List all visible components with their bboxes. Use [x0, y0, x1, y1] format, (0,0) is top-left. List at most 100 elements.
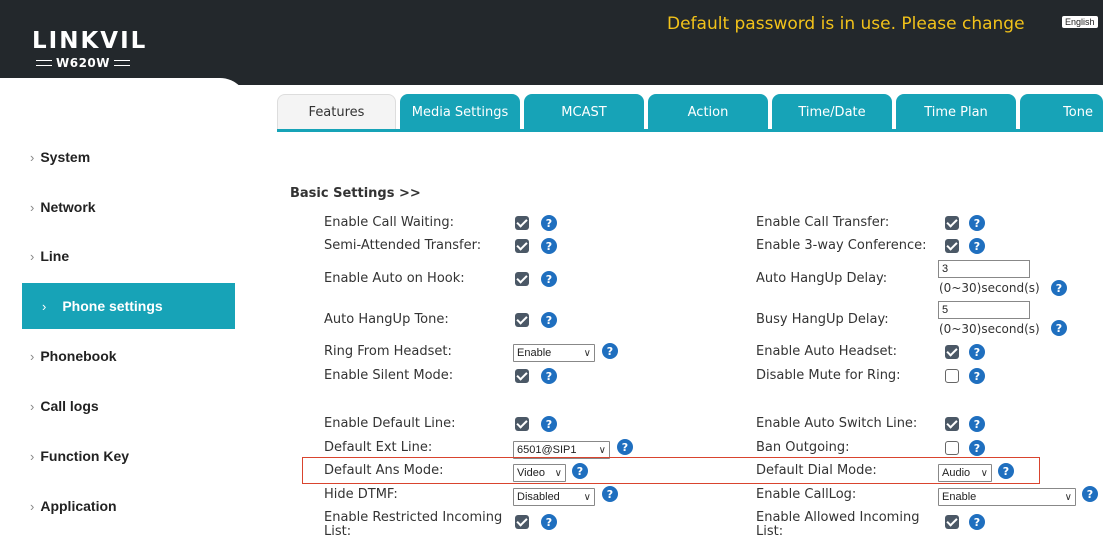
- help-icon[interactable]: ?: [572, 463, 588, 479]
- help-icon[interactable]: ?: [969, 440, 985, 456]
- checkbox-restricted-incoming[interactable]: [515, 515, 529, 529]
- chevron-down-icon: ∨: [554, 467, 562, 479]
- tab-mcast[interactable]: MCAST: [524, 94, 644, 130]
- sidebar-item-function-key[interactable]: › Function Key: [0, 433, 236, 479]
- sidebar-item-label: Application: [40, 498, 117, 514]
- label-ring-from-headset: Ring From Headset:: [324, 344, 452, 359]
- busy-hangup-delay-input[interactable]: 5: [938, 301, 1030, 319]
- help-icon[interactable]: ?: [541, 514, 557, 530]
- chevron-right-icon: ›: [30, 149, 35, 165]
- logo-model: W620W: [32, 56, 147, 70]
- label-auto-on-hook: Enable Auto on Hook:: [324, 271, 465, 286]
- language-button[interactable]: English: [1062, 16, 1098, 28]
- help-icon[interactable]: ?: [1051, 280, 1067, 296]
- help-icon[interactable]: ?: [969, 344, 985, 360]
- label-call-log: Enable CallLog:: [756, 487, 857, 502]
- help-icon[interactable]: ?: [541, 215, 557, 231]
- label-default-ans-mode: Default Ans Mode:: [324, 463, 444, 478]
- logo-line-left: [36, 60, 52, 66]
- tab-tone[interactable]: Tone: [1020, 94, 1103, 130]
- chevron-right-icon: ›: [30, 398, 35, 414]
- call-log-select[interactable]: Enable ∨: [938, 488, 1076, 506]
- select-value: Disabled: [517, 491, 560, 503]
- label-auto-hangup-tone: Auto HangUp Tone:: [324, 312, 449, 327]
- sidebar-item-call-logs[interactable]: › Call logs: [0, 383, 236, 429]
- tab-time-date[interactable]: Time/Date: [772, 94, 892, 130]
- sidebar-item-phone-settings[interactable]: › Phone settings: [22, 283, 235, 329]
- tab-action[interactable]: Action: [648, 94, 768, 130]
- help-icon[interactable]: ?: [602, 486, 618, 502]
- checkbox-call-waiting[interactable]: [515, 216, 529, 230]
- label-allowed-incoming: Enable Allowed Incoming List:: [756, 510, 920, 535]
- help-icon[interactable]: ?: [541, 271, 557, 287]
- tab-bar: Features Media Settings MCAST Action Tim…: [277, 94, 1103, 130]
- chevron-down-icon: ∨: [583, 491, 591, 503]
- label-auto-hangup-delay: Auto HangUp Delay:: [756, 271, 888, 286]
- label-semi-attended-transfer: Semi-Attended Transfer:: [324, 238, 482, 253]
- label-restricted-incoming: Enable Restricted Incoming List:: [324, 510, 503, 535]
- sidebar-item-system[interactable]: › System: [0, 134, 236, 180]
- ring-from-headset-select[interactable]: Enable ∨: [513, 344, 595, 362]
- checkbox-allowed-incoming[interactable]: [945, 515, 959, 529]
- tab-features[interactable]: Features: [277, 94, 396, 130]
- help-icon[interactable]: ?: [969, 514, 985, 530]
- section-title-basic-settings[interactable]: Basic Settings >>: [290, 186, 421, 201]
- help-icon[interactable]: ?: [1051, 320, 1067, 336]
- label-busy-hangup-delay: Busy HangUp Delay:: [756, 312, 889, 327]
- chevron-down-icon: ∨: [583, 347, 591, 359]
- checkbox-semi-attended-transfer[interactable]: [515, 239, 529, 253]
- label-ban-outgoing: Ban Outgoing:: [756, 440, 850, 455]
- sidebar-item-line[interactable]: › Line: [0, 233, 236, 279]
- tab-media-settings[interactable]: Media Settings: [400, 94, 520, 130]
- default-ans-mode-select[interactable]: Video ∨: [513, 464, 566, 482]
- label-default-dial-mode: Default Dial Mode:: [756, 463, 877, 478]
- select-value: Enable: [942, 491, 977, 503]
- sidebar-item-label: System: [40, 149, 91, 165]
- help-icon[interactable]: ?: [969, 215, 985, 231]
- help-icon[interactable]: ?: [541, 312, 557, 328]
- sidebar-item-label: Phone settings: [62, 298, 163, 314]
- checkbox-default-line[interactable]: [515, 417, 529, 431]
- help-icon[interactable]: ?: [602, 343, 618, 359]
- help-icon[interactable]: ?: [969, 368, 985, 384]
- sidebar-item-label: Phonebook: [40, 348, 117, 364]
- checkbox-auto-hangup-tone[interactable]: [515, 313, 529, 327]
- label-default-line: Enable Default Line:: [324, 416, 456, 431]
- default-dial-mode-select[interactable]: Audio ∨: [938, 464, 992, 482]
- tab-underline: [277, 129, 1103, 132]
- help-icon[interactable]: ?: [541, 238, 557, 254]
- auto-hangup-delay-input[interactable]: 3: [938, 260, 1030, 278]
- sidebar-item-network[interactable]: › Network: [0, 184, 236, 230]
- select-value: Enable: [517, 347, 552, 359]
- help-icon[interactable]: ?: [541, 416, 557, 432]
- help-icon[interactable]: ?: [541, 368, 557, 384]
- label-auto-switch-line: Enable Auto Switch Line:: [756, 416, 918, 431]
- sidebar-item-phonebook[interactable]: › Phonebook: [0, 333, 236, 379]
- checkbox-disable-mute-ring[interactable]: [945, 369, 959, 383]
- sidebar-item-application[interactable]: › Application: [0, 483, 236, 529]
- sidebar-item-label: Function Key: [40, 448, 130, 464]
- auto-hangup-delay-unit: (0~30)second(s): [939, 281, 1040, 295]
- help-icon[interactable]: ?: [1082, 486, 1098, 502]
- checkbox-auto-on-hook[interactable]: [515, 272, 529, 286]
- checkbox-auto-headset[interactable]: [945, 345, 959, 359]
- checkbox-call-transfer[interactable]: [945, 216, 959, 230]
- checkbox-silent-mode[interactable]: [515, 369, 529, 383]
- chevron-down-icon: ∨: [1064, 491, 1072, 503]
- checkbox-auto-switch-line[interactable]: [945, 417, 959, 431]
- help-icon[interactable]: ?: [617, 439, 633, 455]
- help-icon[interactable]: ?: [969, 416, 985, 432]
- chevron-right-icon: ›: [42, 298, 47, 314]
- help-icon[interactable]: ?: [969, 238, 985, 254]
- sidebar-item-label: Line: [40, 248, 70, 264]
- tab-time-plan[interactable]: Time Plan: [896, 94, 1016, 130]
- help-icon[interactable]: ?: [998, 463, 1014, 479]
- label-auto-headset: Enable Auto Headset:: [756, 344, 897, 359]
- password-warning[interactable]: Default password is in use. Please chang…: [667, 14, 1025, 34]
- checkbox-3way-conference[interactable]: [945, 239, 959, 253]
- sidebar-item-label: Call logs: [40, 398, 99, 414]
- checkbox-ban-outgoing[interactable]: [945, 441, 959, 455]
- label-disable-mute-ring: Disable Mute for Ring:: [756, 368, 901, 383]
- hide-dtmf-select[interactable]: Disabled ∨: [513, 488, 595, 506]
- label-default-ext-line: Default Ext Line:: [324, 440, 433, 455]
